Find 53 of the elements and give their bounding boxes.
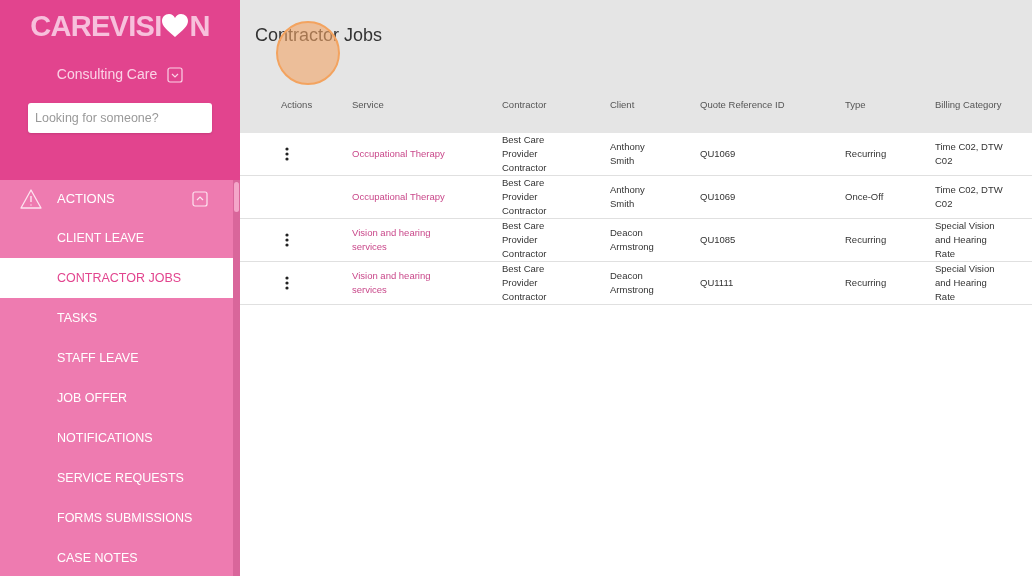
column-header: Client (610, 99, 635, 110)
service-link[interactable]: Occupational Therapy (352, 147, 452, 161)
service-link[interactable]: Vision and hearing services (352, 269, 452, 297)
table-cell-text: Best Care Provider Contractor (502, 176, 548, 218)
table-cell-text: QU1111 (700, 276, 735, 290)
column-header: Contractor (502, 99, 547, 110)
table-cell-text: Anthony Smith (610, 183, 646, 211)
more-options-icon[interactable] (285, 233, 289, 247)
nav-item[interactable]: NOTIFICATIONS (0, 418, 233, 458)
logo-text: CAREVISI (30, 11, 162, 41)
nav-item[interactable]: TASKS (0, 298, 233, 338)
nav-item[interactable]: CLIENT LEAVE (0, 218, 233, 258)
scrollbar-thumb[interactable] (234, 182, 239, 212)
column-header: Quote Reference ID (700, 99, 785, 110)
column-header: Type (845, 99, 866, 110)
table-cell-text: Recurring (845, 147, 888, 161)
column-header: Billing Category (935, 99, 1002, 110)
table-cell-text: Anthony Smith (610, 140, 646, 168)
column-header: Actions (281, 99, 313, 110)
page-title: Contractor Jobs (255, 24, 384, 46)
more-options-icon[interactable] (285, 147, 289, 161)
table-cell-text: Special Vision and Hearing Rate (935, 219, 996, 261)
heart-icon (162, 14, 189, 38)
more-options-icon[interactable] (285, 276, 289, 290)
nav-item[interactable]: FORMS SUBMISSIONS (0, 498, 233, 538)
section-label: ACTIONS (57, 190, 116, 209)
table-cell-text: Time C02, DTW C02 (935, 183, 1004, 211)
column-header: Service (352, 99, 384, 110)
table-cell-text: Deacon Armstrong (610, 226, 655, 254)
nav-item[interactable]: CASE NOTES (0, 538, 233, 576)
search-field[interactable]: Looking for someone? (28, 103, 212, 133)
table-cell-text: Best Care Provider Contractor (502, 133, 548, 175)
table-cell-text: QU1069 (700, 147, 737, 161)
table-cell-text: Once-Off (845, 190, 885, 204)
nav-item[interactable]: JOB OFFER (0, 378, 233, 418)
nav-item[interactable]: STAFF LEAVE (0, 338, 233, 378)
table-cell-text: Best Care Provider Contractor (502, 262, 548, 304)
scrollbar[interactable] (233, 180, 240, 576)
table-cell-text: Recurring (845, 276, 888, 290)
table-cell-text: Best Care Provider Contractor (502, 219, 548, 261)
service-link[interactable]: Occupational Therapy (352, 190, 452, 204)
table-cell-text: QU1085 (700, 233, 737, 247)
table-cell-text: Special Vision and Hearing Rate (935, 262, 996, 304)
nav-item[interactable]: SERVICE REQUESTS (0, 458, 233, 498)
table-cell-text: Recurring (845, 233, 888, 247)
table-cell-text: Deacon Armstrong (610, 269, 655, 297)
logo-text: N (189, 11, 210, 41)
table-cell-text: QU1069 (700, 190, 737, 204)
nav-item[interactable]: CONTRACTOR JOBS (0, 258, 233, 298)
warning-icon (20, 189, 42, 209)
service-link[interactable]: Vision and hearing services (352, 226, 452, 254)
organisation-selector[interactable]: Consulting Care (56, 64, 184, 85)
table-cell-text: Time C02, DTW C02 (935, 140, 1004, 168)
